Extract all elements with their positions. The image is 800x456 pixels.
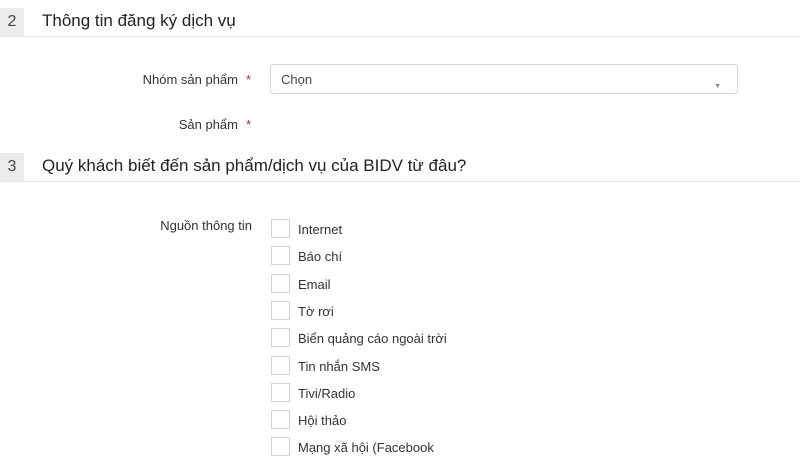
checkbox[interactable] (271, 410, 290, 430)
required-marker: * (246, 117, 252, 132)
checkbox-label[interactable]: Tin nhắn SMS (298, 359, 380, 374)
required-marker: * (246, 72, 252, 87)
section-title: Thông tin đăng ký dịch vụ (42, 11, 236, 30)
section-number: 3 (0, 153, 24, 181)
checkbox[interactable] (271, 273, 290, 293)
checkbox[interactable] (271, 355, 290, 375)
section-3-header: 3 Quý khách biết đến sản phẩm/dịch vụ củ… (0, 153, 800, 182)
chevron-down-icon: ▼ (714, 83, 721, 90)
section-title: Quý khách biết đến sản phẩm/dịch vụ của … (42, 156, 467, 175)
checkbox[interactable] (271, 300, 290, 320)
product-label: Sản phẩm (178, 117, 238, 132)
product-group-label: Nhóm sản phẩm (142, 72, 238, 87)
checkbox[interactable] (271, 328, 290, 348)
product-group-select[interactable]: Chọn ▼ (270, 64, 738, 94)
checkbox[interactable] (271, 382, 290, 402)
checkbox[interactable] (271, 219, 290, 238)
checkbox-label[interactable]: Biển quảng cáo ngoài trời (298, 331, 447, 346)
checkbox-label[interactable]: Tivi/Radio (298, 386, 355, 401)
checkbox-label[interactable]: Tờ rơi (298, 304, 334, 319)
checkbox-label[interactable]: Internet (298, 222, 342, 237)
checkbox[interactable] (271, 246, 290, 266)
section-number: 2 (0, 8, 24, 36)
source-label: Nguồn thông tin (160, 218, 252, 233)
checkbox[interactable] (271, 437, 290, 456)
checkbox-label[interactable]: Hội thảo (298, 413, 346, 428)
checkbox-label[interactable]: Mạng xã hội (Facebook (298, 440, 434, 455)
checkbox-label[interactable]: Email (298, 277, 331, 292)
section-2-header: 2 Thông tin đăng ký dịch vụ (0, 8, 800, 37)
select-value: Chọn (281, 72, 313, 87)
checkbox-label[interactable]: Báo chí (298, 249, 342, 264)
